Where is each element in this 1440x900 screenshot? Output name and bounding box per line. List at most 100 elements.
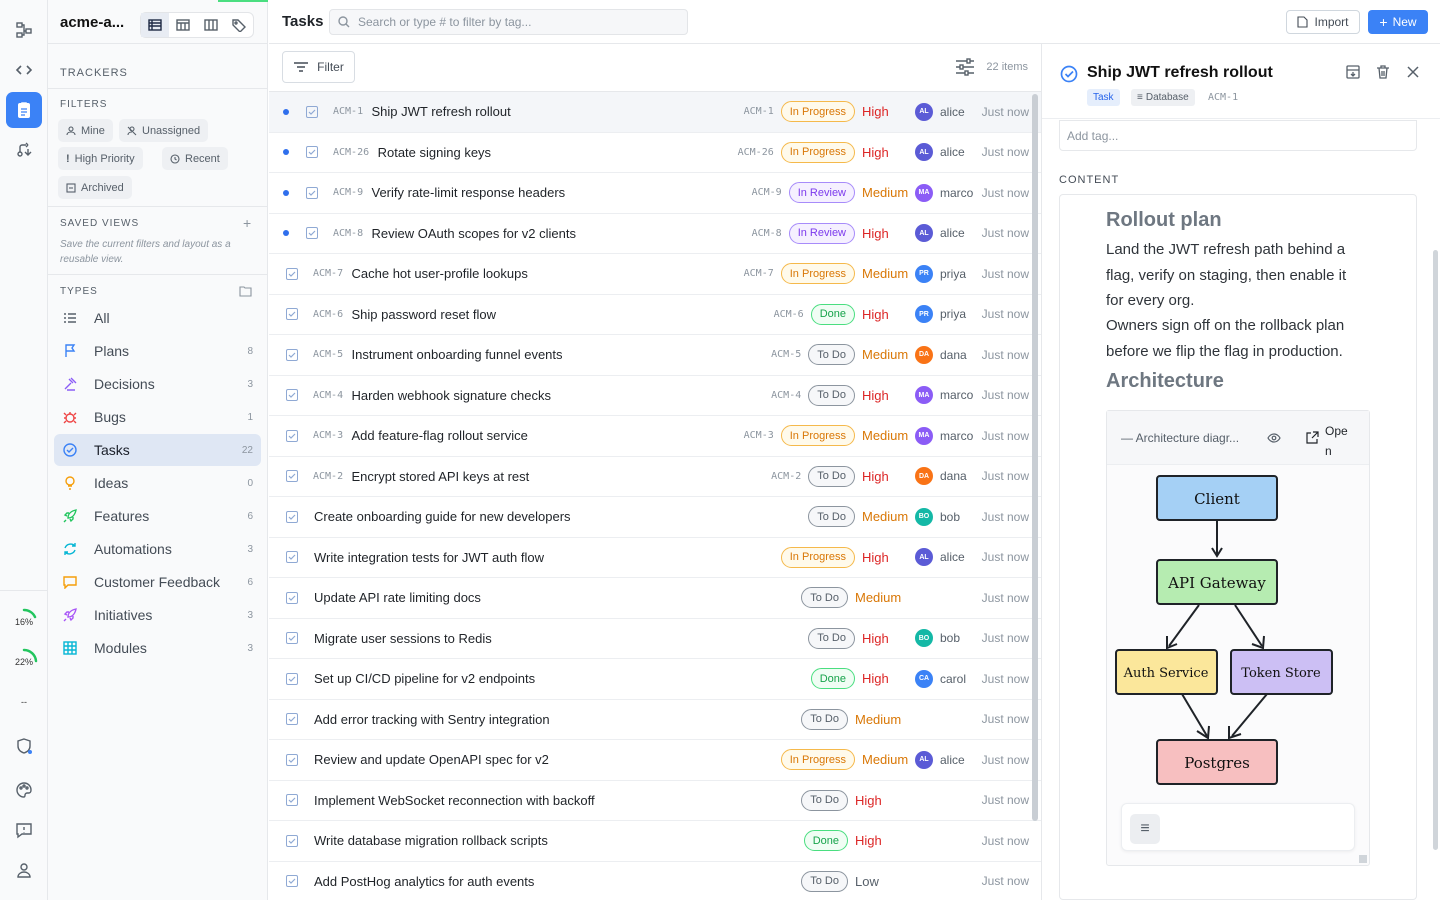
shield-icon[interactable] — [6, 728, 42, 764]
priority-label[interactable]: Medium — [862, 428, 908, 443]
status-badge[interactable]: To Do — [801, 587, 848, 609]
priority-label[interactable]: Medium — [862, 347, 908, 362]
add-view-icon[interactable]: + — [243, 215, 251, 231]
list-view-icon[interactable] — [141, 13, 169, 37]
filter-chip-recent[interactable]: Recent — [162, 147, 228, 170]
sidebar-item-decisions[interactable]: Decisions 3 — [54, 368, 261, 400]
resize-handle[interactable] — [1359, 855, 1367, 863]
priority-label[interactable]: Medium — [862, 266, 908, 281]
task-row[interactable]: Implement WebSocket reconnection with ba… — [269, 781, 1041, 821]
sidebar-item-initiatives[interactable]: Initiatives 3 — [54, 599, 261, 631]
workspace-name[interactable]: acme-a... — [60, 14, 124, 31]
status-badge[interactable]: To Do — [808, 384, 855, 406]
task-checkbox[interactable] — [286, 551, 298, 564]
code-icon[interactable] — [6, 52, 42, 88]
sidebar-item-bugs[interactable]: Bugs 1 — [54, 401, 261, 433]
task-checkbox[interactable] — [286, 470, 298, 483]
task-checkbox[interactable] — [306, 227, 318, 240]
status-badge[interactable]: In Progress — [780, 263, 855, 285]
status-badge[interactable]: To Do — [801, 789, 848, 811]
status-badge[interactable]: In Progress — [780, 749, 855, 771]
priority-label[interactable]: High — [855, 793, 901, 808]
tag-view-icon[interactable] — [225, 13, 253, 37]
task-row[interactable]: ACM-2 Encrypt stored API keys at rest ACM-… — [269, 457, 1041, 497]
hamburger-menu-icon[interactable]: ≡ — [1130, 814, 1160, 844]
detail-scrollbar[interactable] — [1433, 250, 1438, 850]
priority-label[interactable]: High — [862, 469, 908, 484]
status-badge[interactable]: Done — [810, 303, 855, 325]
search-input[interactable]: Search or type # to filter by tag... — [329, 9, 688, 35]
task-checkbox[interactable] — [286, 632, 298, 645]
database-tag[interactable]: ≡ Database — [1131, 89, 1195, 106]
task-checkbox[interactable] — [286, 753, 298, 766]
task-checkbox[interactable] — [286, 308, 298, 321]
task-row[interactable]: Set up CI/CD pipeline for v2 endpoints Do… — [269, 659, 1041, 700]
task-row[interactable]: Write integration tests for JWT auth flo… — [269, 538, 1041, 578]
task-checkbox[interactable] — [286, 267, 298, 280]
close-icon[interactable] — [1405, 64, 1421, 80]
task-checkbox[interactable] — [286, 834, 298, 847]
task-checkbox[interactable] — [286, 794, 298, 807]
task-checkbox[interactable] — [286, 713, 298, 726]
task-checkbox[interactable] — [286, 389, 298, 402]
task-row[interactable]: Update API rate limiting docs To Do Medium… — [269, 578, 1041, 619]
task-row[interactable]: Review and update OpenAPI spec for v2 In … — [269, 740, 1041, 781]
priority-label[interactable]: High — [862, 145, 908, 160]
task-row[interactable]: ACM-6 Ship password reset flow ACM-6 Done Hi… — [269, 295, 1041, 335]
status-badge[interactable]: To Do — [808, 506, 855, 528]
priority-label[interactable]: High — [862, 671, 908, 686]
status-badge[interactable]: In Progress — [780, 101, 855, 123]
filter-chip-mine[interactable]: Mine — [58, 119, 113, 142]
priority-label[interactable]: High — [862, 388, 908, 403]
archive-icon[interactable] — [1345, 64, 1361, 80]
status-badge[interactable]: To Do — [801, 708, 848, 730]
task-checkbox[interactable] — [286, 429, 298, 442]
palette-icon[interactable] — [6, 772, 42, 808]
task-row[interactable]: Migrate user sessions to Redis To Do High B… — [269, 619, 1041, 659]
task-checkbox[interactable] — [286, 591, 298, 604]
priority-label[interactable]: Medium — [855, 712, 901, 727]
priority-label[interactable]: Medium — [862, 752, 908, 767]
task-checkbox[interactable] — [306, 105, 318, 118]
list-scrollbar[interactable] — [1032, 94, 1038, 821]
task-row[interactable]: Add PostHog analytics for auth events To … — [269, 862, 1041, 900]
detail-title[interactable]: Ship JWT refresh rollout — [1087, 64, 1273, 82]
priority-label[interactable]: Medium — [855, 590, 901, 605]
sidebar-item-plans[interactable]: Plans 8 — [54, 335, 261, 367]
sidebar-item-tasks[interactable]: Tasks 22 — [54, 434, 261, 466]
task-row[interactable]: Write database migration rollback script… — [269, 821, 1041, 862]
filter-chip-archived[interactable]: Archived — [58, 176, 132, 199]
priority-label[interactable]: High — [862, 631, 908, 646]
task-row[interactable]: ACM-7 Cache hot user-profile lookups ACM-7… — [269, 254, 1041, 295]
priority-label[interactable]: Medium — [862, 509, 908, 524]
sidebar-item-automations[interactable]: Automations 3 — [54, 533, 261, 565]
priority-label[interactable]: Low — [855, 874, 901, 889]
sidebar-item-all[interactable]: All — [54, 302, 261, 334]
priority-label[interactable]: High — [862, 104, 908, 119]
task-row[interactable]: ACM-5 Instrument onboarding funnel events… — [269, 335, 1041, 376]
status-badge[interactable]: To Do — [808, 627, 855, 649]
task-row[interactable]: ACM-26 Rotate signing keys ACM-26 In Progre… — [269, 133, 1041, 173]
task-row[interactable]: ACM-3 Add feature-flag rollout service ACM… — [269, 416, 1041, 457]
type-tag[interactable]: Task — [1087, 89, 1120, 106]
priority-label[interactable]: High — [862, 226, 908, 241]
graph-icon[interactable] — [6, 12, 42, 48]
new-button[interactable]: + New — [1368, 10, 1428, 34]
tracker-icon[interactable] — [6, 92, 42, 128]
status-badge[interactable]: In Progress — [780, 425, 855, 447]
sidebar-item-ideas[interactable]: Ideas 0 — [54, 467, 261, 499]
sliders-icon[interactable] — [955, 58, 975, 79]
task-row[interactable]: Add error tracking with Sentry integrati… — [269, 700, 1041, 740]
task-checkbox[interactable] — [286, 672, 298, 685]
table-view-icon[interactable] — [169, 13, 197, 37]
task-row[interactable]: Create onboarding guide for new develope… — [269, 497, 1041, 538]
folder-icon[interactable] — [239, 285, 252, 300]
filter-chip-high-priority[interactable]: ! High Priority — [58, 147, 143, 170]
feedback-icon[interactable] — [6, 812, 42, 848]
board-view-icon[interactable] — [197, 13, 225, 37]
task-checkbox[interactable] — [286, 875, 298, 888]
status-badge[interactable]: Done — [810, 668, 855, 690]
external-link-icon[interactable] — [1306, 431, 1319, 444]
filter-button[interactable]: Filter — [282, 51, 355, 83]
eye-icon[interactable] — [1267, 432, 1281, 444]
